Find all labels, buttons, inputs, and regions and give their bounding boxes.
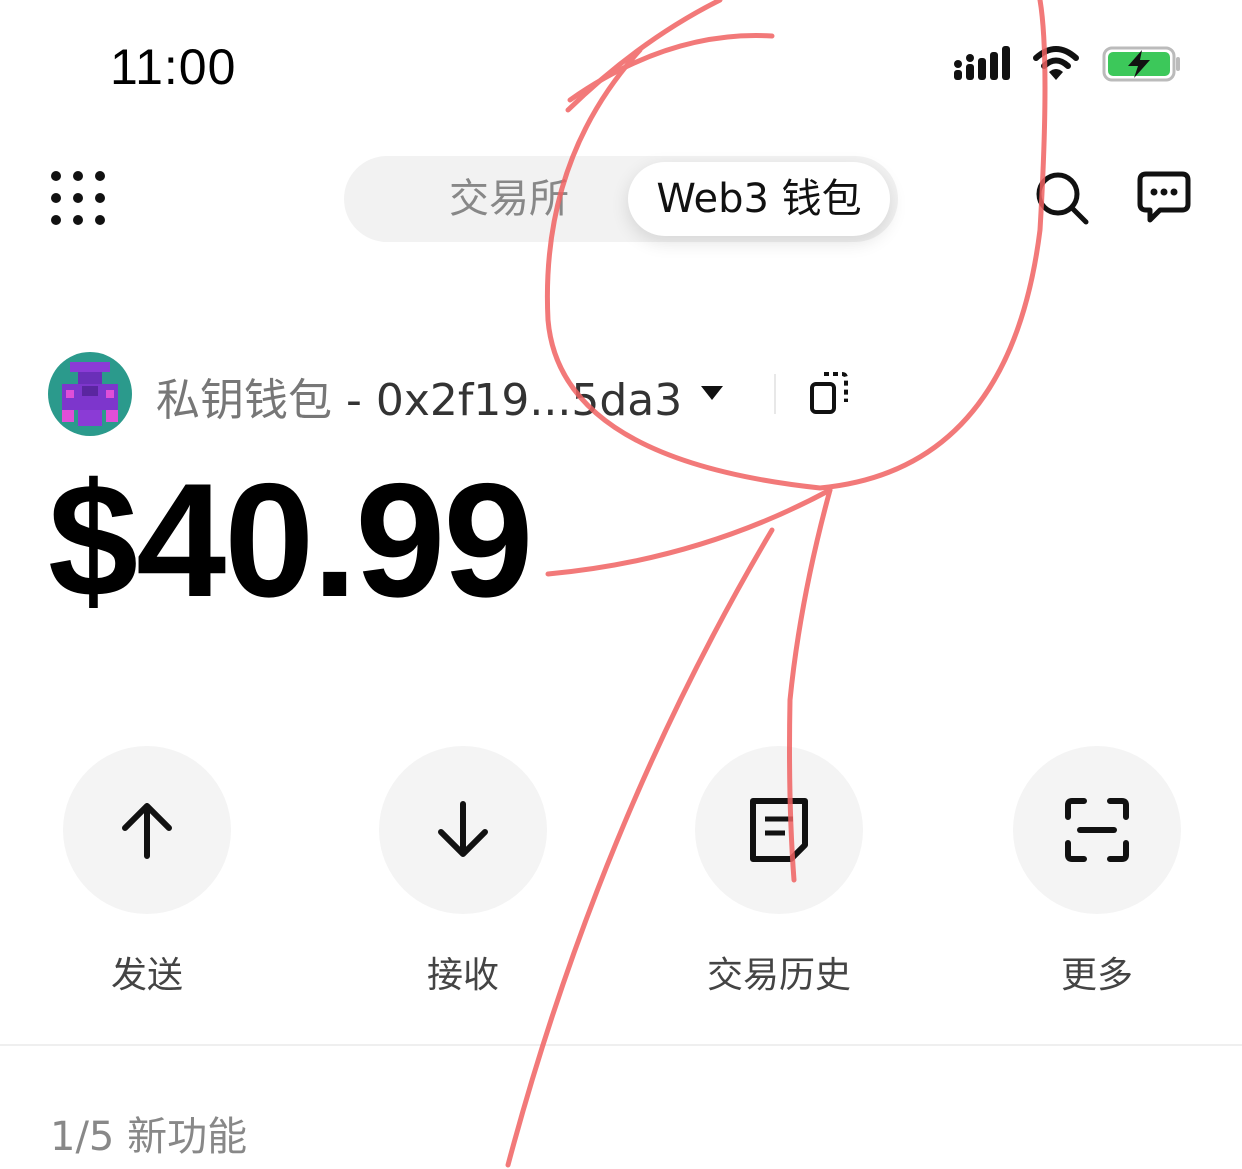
- status-icons: [954, 44, 1182, 84]
- search-icon[interactable]: [1034, 170, 1090, 226]
- history-label: 交易历史: [706, 955, 851, 996]
- wifi-icon: [1033, 46, 1079, 80]
- more-label: 更多: [1060, 955, 1133, 996]
- balance-amount: $40.99: [48, 450, 533, 631]
- section-divider: [0, 1044, 1242, 1046]
- status-time: 11:00: [110, 39, 237, 95]
- mode-segmented-control: 交易所 Web3 钱包: [344, 156, 898, 242]
- new-features-counter: 1/5 新功能: [50, 1114, 248, 1160]
- chat-icon[interactable]: [1136, 170, 1192, 226]
- wallet-separator: -: [332, 375, 376, 426]
- send-button[interactable]: 发送: [62, 746, 232, 998]
- document-icon: [750, 798, 808, 862]
- send-label: 发送: [110, 955, 183, 996]
- battery-charging-icon: [1102, 46, 1180, 82]
- copy-icon[interactable]: [808, 370, 850, 416]
- tab-web3-wallet[interactable]: Web3 钱包: [628, 162, 890, 236]
- receive-label: 接收: [426, 955, 499, 996]
- wallet-selector[interactable]: 私钥钱包 - 0x2f19...5da3: [156, 364, 682, 428]
- transaction-history-button[interactable]: 交易历史: [694, 746, 864, 998]
- grid-menu-icon[interactable]: [50, 170, 106, 226]
- history-circle[interactable]: [695, 746, 863, 914]
- scan-icon: [1065, 798, 1129, 862]
- arrow-down-icon: [438, 801, 488, 857]
- wallet-divider: [774, 374, 776, 414]
- more-button[interactable]: 更多: [1012, 746, 1182, 998]
- receive-circle[interactable]: [379, 746, 547, 914]
- avatar[interactable]: [48, 352, 132, 436]
- caret-down-icon[interactable]: [700, 384, 724, 402]
- wallet-name: 私钥钱包: [156, 375, 332, 426]
- tab-exchange[interactable]: 交易所: [374, 156, 644, 242]
- receive-button[interactable]: 接收: [378, 746, 548, 998]
- wallet-address: 0x2f19...5da3: [375, 375, 683, 426]
- arrow-up-icon: [122, 803, 172, 859]
- signal-icon: [954, 46, 1010, 80]
- send-circle[interactable]: [63, 746, 231, 914]
- more-circle[interactable]: [1013, 746, 1181, 914]
